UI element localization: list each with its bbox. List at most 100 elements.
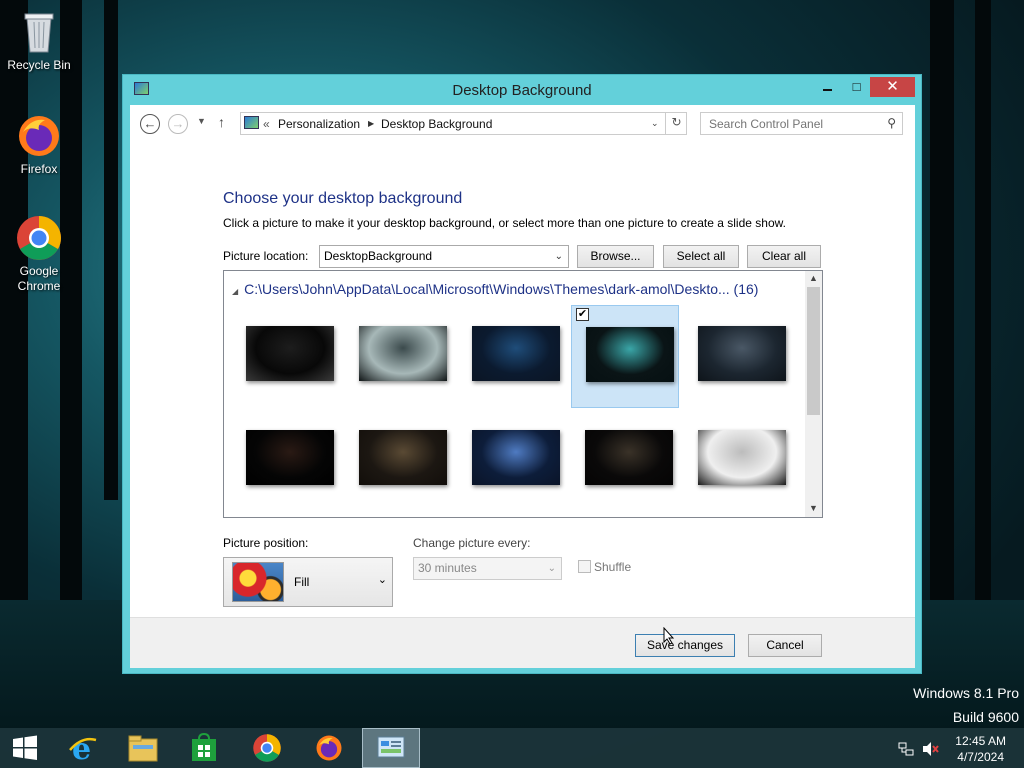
clock[interactable]: 12:45 AM 4/7/2024 <box>955 733 1006 765</box>
wallpaper-thumbnail[interactable] <box>571 410 679 513</box>
browse-button[interactable]: Browse... <box>577 245 654 268</box>
scrollbar-thumb[interactable] <box>807 287 820 415</box>
minimize-icon <box>823 89 832 91</box>
title-bar[interactable]: Desktop Background □ ✕ <box>123 75 921 105</box>
breadcrumb-separator-icon[interactable]: ▶ <box>368 119 374 128</box>
breadcrumb-desktop-background[interactable]: Desktop Background <box>381 117 492 131</box>
clock-time: 12:45 AM <box>955 734 1006 748</box>
wallpaper-thumbnail[interactable]: ✔ <box>571 305 679 408</box>
picture-position-value: Fill <box>294 575 310 589</box>
change-picture-value: 30 minutes <box>418 561 477 575</box>
taskbar-store[interactable] <box>175 728 233 768</box>
start-button[interactable] <box>0 728 50 768</box>
breadcrumb-personalization[interactable]: Personalization <box>278 117 360 131</box>
wallpaper-thumbnail[interactable] <box>232 410 340 513</box>
desktop-icon-label: Recycle Bin <box>7 58 71 72</box>
wallpaper-preview <box>472 326 560 381</box>
wallpaper-thumbnail[interactable] <box>458 410 566 513</box>
taskbar-internet-explorer[interactable]: e <box>53 728 111 768</box>
clear-all-button[interactable]: Clear all <box>747 245 821 268</box>
wallpaper-preview <box>359 326 447 381</box>
scroll-up-icon[interactable]: ▲ <box>805 273 822 283</box>
search-box: ⚲ <box>700 112 903 135</box>
thumbnail-checkbox[interactable]: ✔ <box>576 308 589 321</box>
wallpaper-thumbnail[interactable] <box>458 305 566 408</box>
wallpaper-preview <box>698 430 786 485</box>
network-tray-icon[interactable] <box>898 741 914 760</box>
chevron-down-icon: ⌄ <box>554 251 563 262</box>
wallpaper-thumbnail[interactable] <box>345 410 453 513</box>
back-button[interactable]: ← <box>140 114 160 134</box>
search-input[interactable] <box>701 113 871 134</box>
wallpaper-preview <box>698 326 786 381</box>
close-button[interactable]: ✕ <box>870 77 915 97</box>
cancel-button[interactable]: Cancel <box>748 634 822 657</box>
taskbar-control-panel[interactable] <box>362 728 420 768</box>
taskbar-chrome[interactable] <box>238 728 296 768</box>
change-picture-select[interactable]: 30 minutes ⌄ <box>413 557 562 580</box>
up-button[interactable]: ↑ <box>218 114 225 130</box>
search-icon[interactable]: ⚲ <box>887 116 896 130</box>
taskbar-file-explorer[interactable] <box>114 728 172 768</box>
maximize-button[interactable]: □ <box>842 77 871 97</box>
control-panel-icon <box>244 116 259 129</box>
picture-gallery: ◢ C:\Users\John\AppData\Local\Microsoft\W… <box>223 270 823 518</box>
taskbar-firefox[interactable] <box>300 728 358 768</box>
firefox-icon <box>15 112 63 160</box>
window-title: Desktop Background <box>452 82 592 99</box>
shuffle-label: Shuffle <box>594 560 632 574</box>
svg-text:e: e <box>72 732 91 764</box>
chrome-icon <box>15 214 63 262</box>
chevron-down-icon: ⌄ <box>377 574 387 586</box>
address-dropdown-icon[interactable]: ⌄ <box>651 118 659 129</box>
desktop-background-window: Desktop Background □ ✕ ← → ▼ ↑ « Persona… <box>122 74 922 674</box>
picture-location-value: DesktopBackground <box>324 249 433 263</box>
firefox-icon <box>316 735 342 761</box>
recent-pages-button[interactable]: ▼ <box>197 116 206 126</box>
group-path: C:\Users\John\AppData\Local\Microsoft\Wi… <box>244 281 759 297</box>
desktop-icon-firefox[interactable]: Firefox <box>1 112 77 177</box>
desktop-icon-label: Firefox <box>20 162 58 176</box>
wallpaper-thumbnail[interactable] <box>345 305 453 408</box>
forward-button[interactable]: → <box>168 114 188 134</box>
dialog-footer: Save changes Cancel <box>130 617 915 668</box>
wallpaper-thumbnail[interactable] <box>684 305 792 408</box>
gallery-group-header[interactable]: ◢ C:\Users\John\AppData\Local\Microsoft\W… <box>232 281 758 297</box>
desktop-icon-label: Google Chrome <box>17 264 61 293</box>
refresh-icon: ↻ <box>671 115 682 129</box>
wallpaper-thumbnail[interactable] <box>232 305 340 408</box>
select-all-button[interactable]: Select all <box>663 245 739 268</box>
network-icon <box>898 742 914 756</box>
save-changes-button[interactable]: Save changes <box>635 634 735 657</box>
chrome-icon <box>253 734 281 762</box>
desktop-icon-recycle-bin[interactable]: Recycle Bin <box>1 8 77 73</box>
windows-logo-icon <box>13 735 37 760</box>
wallpaper-preview <box>585 430 673 485</box>
window-client-area: ← → ▼ ↑ « Personalization ▶ Desktop Back… <box>130 105 915 668</box>
scroll-down-icon[interactable]: ▼ <box>805 503 822 513</box>
flower-preview-icon <box>232 562 284 602</box>
windows-build-text: Build 9600 <box>952 709 1019 725</box>
recycle-bin-icon <box>15 8 63 56</box>
gallery-scrollbar[interactable]: ▲ ▼ <box>805 271 822 517</box>
desktop-icon-chrome[interactable]: Google Chrome <box>1 214 77 294</box>
arrow-left-icon: ← <box>143 116 157 131</box>
picture-position-select[interactable]: Fill ⌄ <box>223 557 393 607</box>
wallpaper-thumbnail[interactable] <box>684 410 792 513</box>
internet-explorer-icon: e <box>69 732 97 767</box>
breadcrumb-overflow[interactable]: « <box>263 117 270 131</box>
chevron-down-icon: ▼ <box>197 116 206 126</box>
store-icon <box>192 732 216 761</box>
address-field[interactable]: « Personalization ▶ Desktop Background ⌄ <box>240 112 687 135</box>
navigation-bar: ← → ▼ ↑ « Personalization ▶ Desktop Back… <box>130 105 915 145</box>
refresh-button[interactable]: ↻ <box>665 112 687 135</box>
page-title: Choose your desktop background <box>223 190 463 207</box>
picture-location-select[interactable]: DesktopBackground ⌄ <box>319 245 569 268</box>
minimize-button[interactable] <box>813 77 842 97</box>
volume-tray-icon[interactable] <box>922 741 940 760</box>
wallpaper-preview <box>359 430 447 485</box>
arrow-up-icon: ↑ <box>218 114 225 130</box>
page-description: Click a picture to make it your desktop … <box>223 216 786 230</box>
wallpaper-preview <box>246 326 334 381</box>
shuffle-checkbox[interactable] <box>578 560 591 573</box>
